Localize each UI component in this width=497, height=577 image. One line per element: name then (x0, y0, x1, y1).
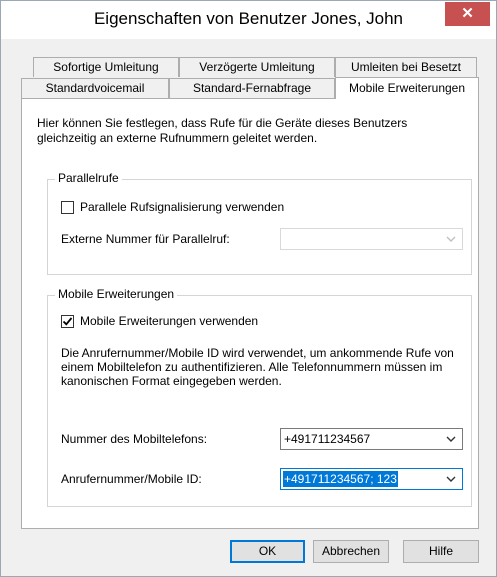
parallel-checkbox-label: Parallele Rufsignalisierung verwenden (80, 200, 285, 214)
mobile-checkbox-label: Mobile Erweiterungen verwenden (80, 314, 259, 328)
chevron-down-icon (446, 476, 456, 482)
mobile-checkbox[interactable] (61, 315, 74, 328)
help-label: Hilfe (428, 544, 453, 558)
parallel-checkbox[interactable] (61, 201, 74, 214)
intro-text: Hier können Sie festlegen, dass Rufe für… (37, 116, 408, 145)
window-title: Eigenschaften von Benutzer Jones, John (93, 9, 404, 28)
parallel-group-title: Parallelrufe (55, 171, 122, 185)
close-button[interactable]: ✕ (445, 2, 490, 26)
title-bar: Eigenschaften von Benutzer Jones, John ✕ (1, 1, 496, 39)
tab-umleiten-bei-besetzt[interactable]: Umleiten bei Besetzt (335, 57, 477, 77)
phone-value: +491711234567 (284, 432, 371, 446)
checkmark-icon (62, 317, 73, 326)
caller-id-combo[interactable]: +491711234567; 123 (280, 468, 463, 490)
parallel-group (47, 179, 472, 275)
cancel-label: Abbrechen (321, 544, 381, 558)
close-icon: ✕ (461, 5, 474, 22)
tab-label: Sofortige Umleitung (53, 60, 159, 74)
mobile-description: Die Anrufernummer/Mobile ID wird verwend… (61, 346, 454, 388)
tab-label: Verzögerte Umleitung (199, 60, 315, 74)
ok-button[interactable]: OK (230, 540, 305, 563)
help-button[interactable]: Hilfe (403, 540, 479, 563)
chevron-down-icon (446, 236, 456, 242)
properties-dialog: Eigenschaften von Benutzer Jones, John ✕… (0, 0, 497, 577)
tab-label: Standard-Fernabfrage (192, 81, 312, 95)
tab-verzoegerte-umleitung[interactable]: Verzögerte Umleitung (179, 57, 335, 77)
tab-sofortige-umleitung[interactable]: Sofortige Umleitung (33, 57, 179, 77)
tab-standardvoicemail[interactable]: Standardvoicemail (21, 78, 169, 98)
chevron-down-icon (446, 436, 456, 442)
tab-label: Umleiten bei Besetzt (350, 60, 462, 74)
external-number-label: Externe Nummer für Parallelruf: (61, 232, 230, 246)
ok-label: OK (258, 544, 277, 558)
caller-id-label: Anrufernummer/Mobile ID: (61, 472, 202, 486)
external-number-combo[interactable] (280, 228, 463, 250)
mobile-group-title: Mobile Erweiterungen (55, 287, 178, 301)
phone-label: Nummer des Mobiltelefons: (61, 432, 208, 446)
caller-id-value: +491711234567; 123 (283, 471, 398, 487)
tab-mobile-erweiterungen[interactable]: Mobile Erweiterungen (335, 77, 479, 99)
phone-combo[interactable]: +491711234567 (280, 428, 463, 450)
tab-standard-fernabfrage[interactable]: Standard-Fernabfrage (169, 78, 335, 98)
cancel-button[interactable]: Abbrechen (313, 540, 389, 563)
tab-label: Mobile Erweiterungen (348, 81, 466, 95)
tab-panel: Hier können Sie festlegen, dass Rufe für… (21, 98, 479, 529)
tab-label: Standardvoicemail (45, 81, 145, 95)
